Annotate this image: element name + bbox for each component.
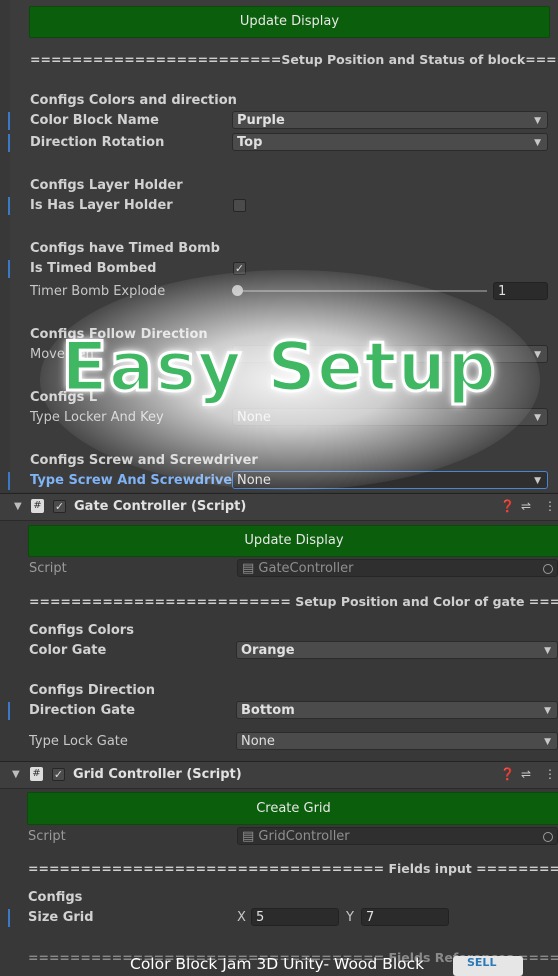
grid-configs-header: Configs <box>28 890 83 905</box>
help-icon[interactable]: ❓ <box>500 499 515 513</box>
size-grid-label: Size Grid <box>28 910 94 925</box>
kebab-menu-icon[interactable]: ⋮ <box>544 499 556 513</box>
timer-slider-knob[interactable] <box>232 285 243 296</box>
update-display-button[interactable]: Update Display <box>29 6 550 38</box>
chevron-down-icon: ▼ <box>544 646 551 656</box>
timer-bomb-explode-label: Timer Bomb Explode <box>30 284 166 299</box>
type-locker-label: Type Locker And Key <box>30 410 164 425</box>
type-lock-gate-label: Type Lock Gate <box>29 734 128 749</box>
help-icon[interactable]: ❓ <box>500 767 515 781</box>
is-has-layer-holder-checkbox[interactable] <box>233 199 246 212</box>
grid-controller-header[interactable]: ▼ # ✓ Grid Controller (Script) ❓ ⇌ ⋮ <box>0 761 558 789</box>
locker-header: Configs L <box>30 390 98 405</box>
type-screw-value: None <box>237 473 271 488</box>
gate-direction-header: Configs Direction <box>29 683 155 698</box>
override-marker <box>8 112 10 130</box>
size-y-field[interactable]: 7 <box>361 908 449 926</box>
type-locker-dropdown[interactable]: None ▼ <box>232 408 548 426</box>
size-x-label: X <box>237 910 246 925</box>
colors-direction-header: Configs Colors and direction <box>30 93 237 108</box>
grid-enabled-checkbox[interactable]: ✓ <box>52 768 65 781</box>
grid-script-label: Script <box>28 829 66 844</box>
grid-script-value: GridController <box>258 829 350 844</box>
type-lock-gate-value: None <box>241 734 275 749</box>
gate-enabled-checkbox[interactable]: ✓ <box>53 500 66 513</box>
type-locker-value: None <box>237 410 271 425</box>
preset-icon[interactable]: ⇌ <box>521 767 531 781</box>
timer-value-field[interactable]: 1 <box>493 282 548 300</box>
gate-colors-header: Configs Colors <box>29 623 134 638</box>
type-screw-dropdown[interactable]: None ▼ <box>232 471 548 489</box>
layer-holder-header: Configs Layer Holder <box>30 178 183 193</box>
foldout-arrow-icon[interactable]: ▼ <box>14 501 22 512</box>
script-icon: # <box>31 499 44 513</box>
sell-logo: SELL <box>453 956 523 976</box>
gate-script-field[interactable]: ▤ GateController <box>237 559 558 577</box>
override-marker <box>8 472 10 490</box>
is-timed-bombed-label: Is Timed Bombed <box>30 261 157 276</box>
direction-rotation-dropdown[interactable]: Top ▼ <box>232 133 548 151</box>
color-gate-label: Color Gate <box>29 643 107 658</box>
create-grid-button[interactable]: Create Grid <box>27 792 558 825</box>
direction-rotation-value: Top <box>237 135 263 150</box>
screw-header: Configs Screw and Screwdriver <box>30 453 258 468</box>
override-marker <box>8 260 10 278</box>
object-picker-icon[interactable] <box>543 832 553 842</box>
direction-rotation-label: Direction Rotation <box>30 135 165 150</box>
type-screw-label: Type Screw And Screwdriver <box>30 473 239 488</box>
size-y-label: Y <box>346 910 354 925</box>
object-picker-icon[interactable] <box>543 564 553 574</box>
foldout-arrow-icon[interactable]: ▼ <box>12 769 20 780</box>
direction-gate-value: Bottom <box>241 703 295 718</box>
timer-slider-track[interactable] <box>237 290 487 292</box>
color-block-name-label: Color Block Name <box>30 113 159 128</box>
is-timed-bombed-checkbox[interactable]: ✓ <box>233 262 246 275</box>
color-block-name-dropdown[interactable]: Purple ▼ <box>232 111 548 129</box>
chevron-down-icon: ▼ <box>544 737 551 747</box>
follow-direction-header: Configs Follow Direction <box>30 327 208 342</box>
preset-icon[interactable]: ⇌ <box>521 499 531 513</box>
type-lock-gate-dropdown[interactable]: None ▼ <box>236 732 558 750</box>
color-gate-value: Orange <box>241 643 295 658</box>
movement-label: Movemen <box>30 347 94 362</box>
chevron-down-icon: ▼ <box>534 413 541 423</box>
timed-bomb-header: Configs have Timed Bomb <box>30 241 220 256</box>
grid-script-field[interactable]: ▤ GridController <box>237 827 558 845</box>
color-gate-dropdown[interactable]: Orange ▼ <box>236 641 558 659</box>
video-caption: Color Block Jam 3D Unity- Wood Block <box>130 955 425 973</box>
color-block-name-value: Purple <box>237 113 285 128</box>
size-x-field[interactable]: 5 <box>251 908 339 926</box>
direction-gate-label: Direction Gate <box>29 703 136 718</box>
direction-gate-dropdown[interactable]: Bottom ▼ <box>236 701 558 719</box>
kebab-menu-icon[interactable]: ⋮ <box>544 767 556 781</box>
override-marker <box>8 197 10 215</box>
chevron-down-icon: ▼ <box>534 476 541 486</box>
gate-controller-title: Gate Controller (Script) <box>74 499 247 514</box>
override-marker <box>8 134 10 152</box>
script-icon: # <box>30 767 43 781</box>
chevron-down-icon: ▼ <box>534 138 541 148</box>
gate-controller-header[interactable]: ▼ # ✓ Gate Controller (Script) ❓ ⇌ ⋮ <box>0 493 558 521</box>
grid-controller-title: Grid Controller (Script) <box>73 767 242 782</box>
fields-input-separator: ================================== Field… <box>28 861 558 876</box>
block-separator: ========================Setup Position a… <box>30 52 558 67</box>
chevron-down-icon: ▼ <box>534 116 541 126</box>
gate-script-value: GateController <box>258 561 354 576</box>
chevron-down-icon: ▼ <box>534 350 541 360</box>
override-marker <box>8 702 10 720</box>
gate-separator: ========================= Setup Position… <box>29 594 558 609</box>
gate-update-display-button[interactable]: Update Display <box>28 525 558 557</box>
chevron-down-icon: ▼ <box>544 706 551 716</box>
override-marker <box>8 909 10 927</box>
gate-script-label: Script <box>29 561 67 576</box>
movement-dropdown[interactable]: ▼ <box>232 345 548 363</box>
is-has-layer-holder-label: Is Has Layer Holder <box>30 198 173 213</box>
